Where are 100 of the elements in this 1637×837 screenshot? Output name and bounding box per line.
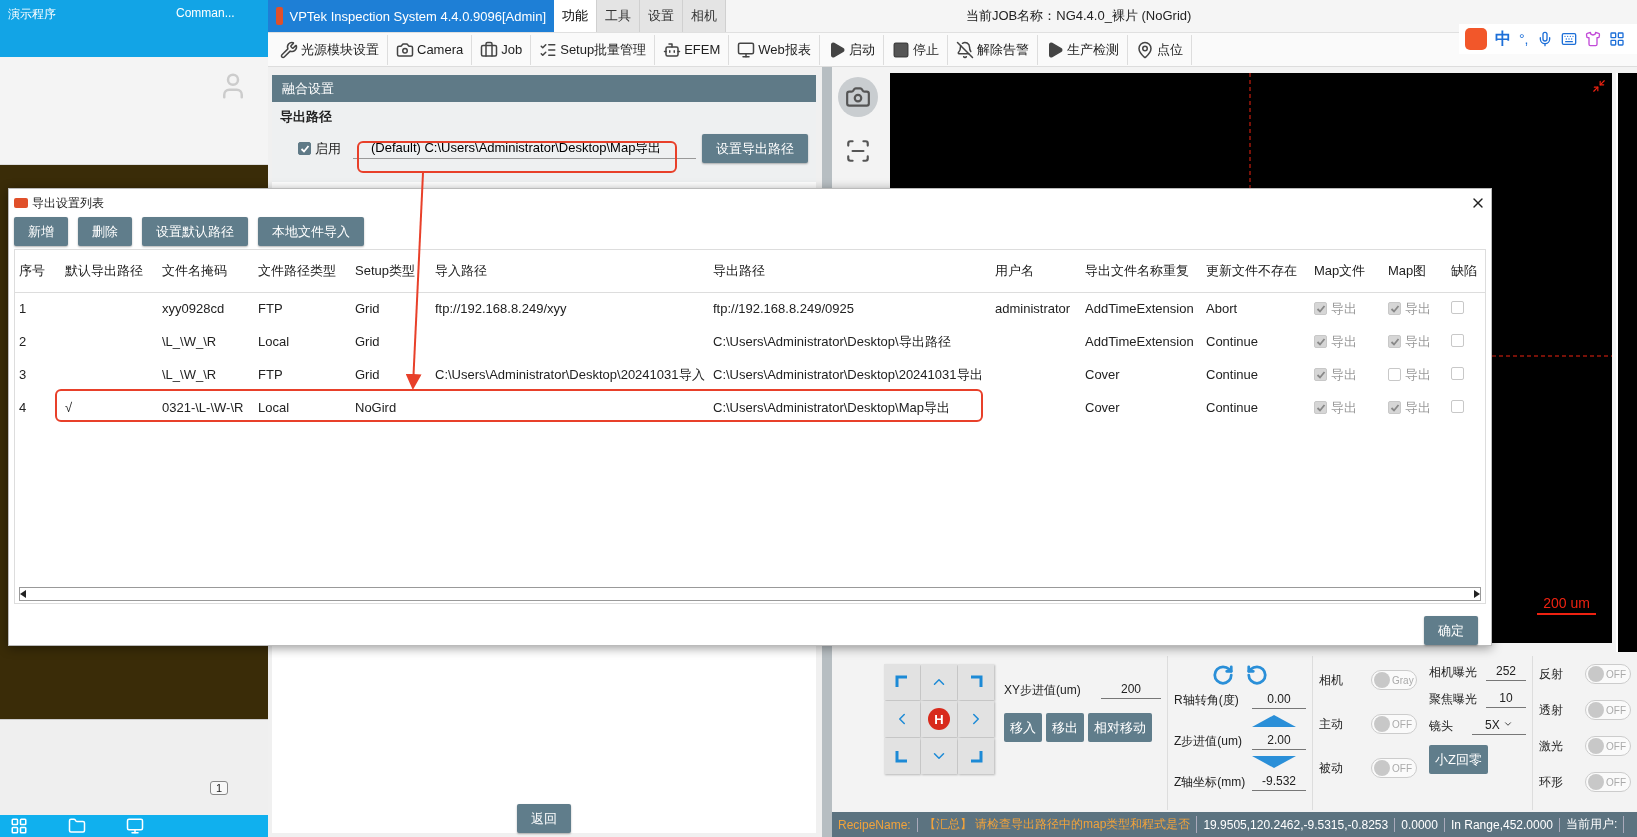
table-cell-text: Continue	[1205, 366, 1260, 384]
collapse-icon[interactable]	[1592, 79, 1606, 93]
window-title: VPTek Inspection System 4.4.0.9096[Admin]	[289, 8, 546, 24]
exposure-field[interactable]: 10	[1486, 691, 1526, 708]
shirt-icon[interactable]	[1584, 31, 1601, 47]
column-header[interactable]: 序号	[15, 250, 61, 292]
jog-button[interactable]	[884, 738, 920, 774]
column-header[interactable]: Map文件	[1310, 250, 1384, 292]
dialog-button[interactable]: 本地文件导入	[258, 217, 364, 246]
dialog-button[interactable]: 新增	[14, 217, 68, 246]
table-cell: 1	[15, 292, 61, 325]
defect-checkbox[interactable]	[1451, 333, 1464, 347]
r-angle-field[interactable]: 0.00	[1252, 692, 1306, 709]
toggle-label: 被动	[1319, 759, 1343, 777]
app-icon[interactable]	[10, 817, 28, 835]
lens-dropdown[interactable]: 5X	[1472, 718, 1526, 735]
defect-checkbox[interactable]	[1451, 399, 1464, 413]
page-button[interactable]: 1	[209, 781, 228, 795]
set-path-button[interactable]: 设置导出路径	[702, 134, 808, 163]
toolbar-button[interactable]: 解除告警	[947, 34, 1038, 65]
checkmark-icon	[1389, 402, 1400, 413]
rotate-ccw-icon[interactable]	[1246, 664, 1268, 686]
column-header[interactable]: Map图	[1384, 250, 1447, 292]
side-tool-button[interactable]	[838, 77, 878, 117]
column-header[interactable]: 导出文件名称重复	[1081, 250, 1202, 292]
move-button[interactable]: 相对移动	[1088, 713, 1152, 742]
pin-icon	[1135, 40, 1154, 59]
toolbar-button[interactable]: Web报表	[729, 34, 820, 65]
toolbar-button[interactable]: 光源模块设置	[272, 34, 388, 65]
checkmark-icon	[1315, 303, 1326, 314]
toolbar-button[interactable]: Camera	[388, 34, 473, 65]
column-header[interactable]: 文件路径类型	[254, 250, 351, 292]
z-position-field[interactable]: -9.532	[1252, 774, 1306, 791]
ok-button[interactable]: 确定	[1424, 616, 1478, 645]
toolbar-button[interactable]: Job	[472, 34, 532, 65]
enable-checkbox[interactable]: 启用	[298, 139, 341, 158]
table-cell-text: C:\Users\Administrator\Desktop\导出路径	[712, 332, 952, 351]
toggle-label: 透射	[1539, 701, 1563, 719]
xy-step-field[interactable]: 200	[1101, 682, 1161, 699]
table-cell-text: Cover	[1084, 399, 1121, 417]
scroll-left-icon[interactable]	[20, 590, 26, 598]
z-home-button[interactable]: 小Z回零	[1429, 745, 1488, 774]
jog-button[interactable]	[884, 664, 920, 700]
table-cell: administrator	[991, 292, 1081, 325]
field-label: Z轴坐标(mm)	[1174, 774, 1246, 791]
bell-off-icon	[955, 40, 974, 59]
menu-tab[interactable]: 工具	[597, 0, 640, 32]
defect-checkbox[interactable]	[1451, 300, 1464, 314]
jog-button[interactable]: H	[921, 701, 957, 737]
table-cell-text: C:\Users\Administrator\Desktop\20241031导入	[434, 365, 706, 384]
toolbar-button[interactable]: 停止	[883, 34, 948, 65]
panel-header: 融合设置	[272, 75, 816, 102]
toggle-label: 环形	[1539, 773, 1563, 791]
defect-checkbox[interactable]	[1451, 366, 1464, 380]
column-header[interactable]: 用户名	[991, 250, 1081, 292]
table-cell-text: Local	[257, 399, 291, 417]
toggle-label: 主动	[1319, 715, 1343, 733]
toolbar-button[interactable]: EFEM	[655, 34, 730, 65]
scale-label: 200 um	[1537, 595, 1596, 615]
stop-icon	[891, 40, 910, 59]
grid-icon[interactable]	[1608, 31, 1625, 47]
ime-logo-icon[interactable]	[1465, 28, 1487, 50]
table-cell-text: \L_\W_\R	[161, 366, 218, 384]
toolbar-button[interactable]: 启动	[819, 34, 884, 65]
jog-button[interactable]	[958, 738, 994, 774]
camera-icon	[396, 40, 414, 59]
dialog-button[interactable]: 设置默认路径	[142, 217, 248, 246]
briefcase-icon	[480, 40, 499, 59]
rotate-cw-icon[interactable]	[1212, 664, 1234, 686]
keyboard-icon[interactable]	[1560, 31, 1577, 47]
menu-tab[interactable]: 功能	[554, 0, 597, 32]
jog-button[interactable]	[958, 664, 994, 700]
exposure-field[interactable]: 252	[1486, 664, 1526, 681]
ime-mode[interactable]: 中	[1495, 28, 1511, 50]
computer-icon[interactable]	[126, 817, 144, 835]
column-header[interactable]: 文件名掩码	[158, 250, 254, 292]
back-button[interactable]: 返回	[517, 804, 571, 833]
column-header[interactable]: 导入路径	[431, 250, 709, 292]
column-header[interactable]: Setup类型	[351, 250, 431, 292]
table-cell: ftp://192.168.8.249/xyy	[431, 292, 709, 325]
table-cell: xyy0928cd	[158, 292, 254, 325]
menu-tab[interactable]: 设置	[640, 0, 683, 32]
column-header[interactable]: 导出路径	[709, 250, 991, 292]
horizontal-scrollbar[interactable]	[19, 587, 1481, 601]
scroll-right-icon[interactable]	[1474, 590, 1480, 598]
menu-tab[interactable]: 相机	[683, 0, 726, 32]
column-header[interactable]: 更新文件不存在	[1202, 250, 1310, 292]
column-header[interactable]: 缺陷	[1447, 250, 1485, 292]
move-button[interactable]: 移入	[1004, 713, 1042, 742]
dialog-title: 导出设置列表	[32, 194, 105, 212]
ime-punctuation[interactable]: °,	[1519, 31, 1529, 47]
column-header[interactable]: 默认导出路径	[61, 250, 158, 292]
toolbar-button[interactable]: 点位	[1127, 34, 1192, 65]
toolbar-button[interactable]: Setup批量管理	[531, 34, 656, 65]
folder-icon[interactable]	[68, 817, 86, 835]
toolbar-button[interactable]: 生产检测	[1037, 34, 1128, 65]
z-step-field[interactable]: 2.00	[1252, 733, 1306, 750]
toggle-label: 反射	[1539, 665, 1563, 683]
move-button[interactable]: 移出	[1046, 713, 1084, 742]
dialog-button[interactable]: 删除	[78, 217, 132, 246]
